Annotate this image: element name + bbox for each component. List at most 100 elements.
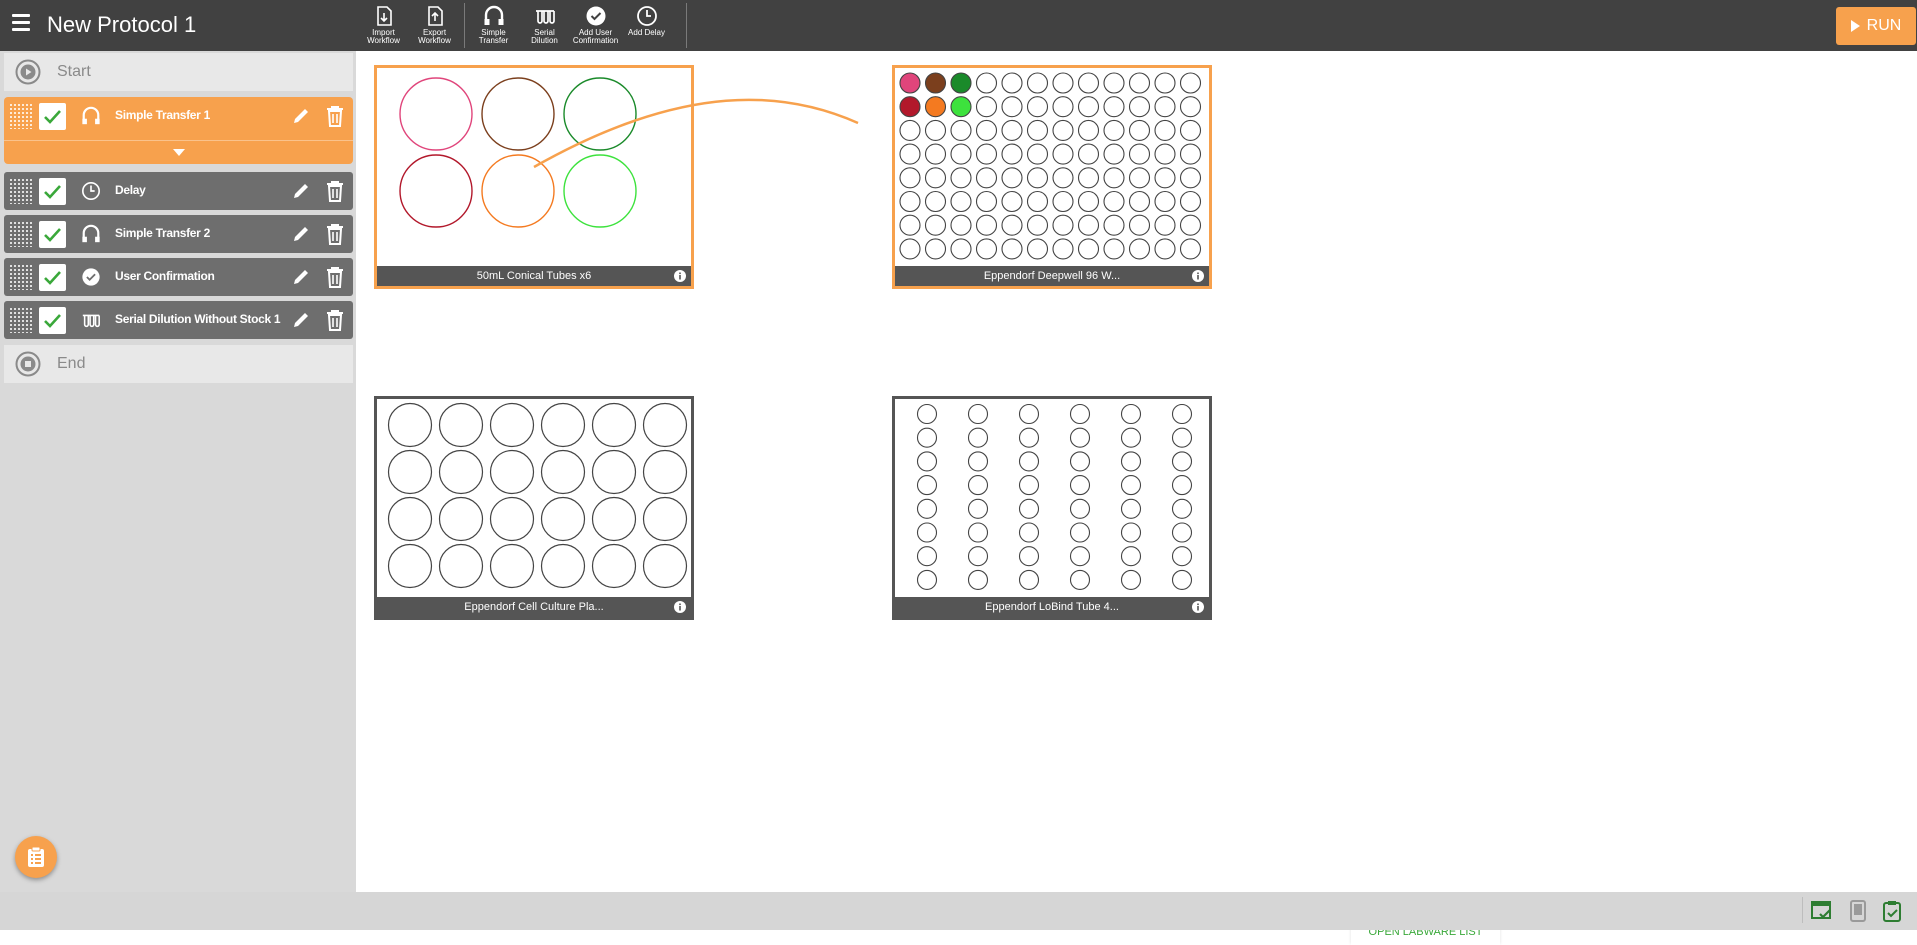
well[interactable]: [563, 77, 637, 151]
drag-handle[interactable]: [9, 307, 33, 333]
well[interactable]: [1052, 143, 1074, 165]
well[interactable]: [1026, 119, 1049, 141]
well[interactable]: [540, 402, 586, 448]
well[interactable]: [916, 475, 938, 496]
well[interactable]: [387, 543, 433, 589]
import-workflow-button[interactable]: Import Workflow: [358, 0, 409, 51]
well[interactable]: [1018, 569, 1040, 590]
well[interactable]: [1120, 427, 1142, 448]
well[interactable]: [591, 543, 637, 589]
well[interactable]: [1179, 238, 1202, 260]
well[interactable]: [1026, 96, 1049, 118]
well[interactable]: [1018, 427, 1040, 448]
well[interactable]: [967, 546, 989, 567]
well[interactable]: [899, 214, 921, 236]
well[interactable]: [1001, 190, 1023, 213]
well[interactable]: [1128, 72, 1151, 94]
step-expand-toggle[interactable]: [4, 140, 353, 164]
delete-trash-icon[interactable]: [324, 265, 346, 289]
well[interactable]: [1103, 143, 1125, 165]
well[interactable]: [1001, 119, 1023, 141]
well[interactable]: [1069, 569, 1091, 590]
add-delay-button[interactable]: Add Delay: [621, 0, 672, 51]
well[interactable]: [1077, 143, 1100, 165]
well[interactable]: [489, 449, 535, 495]
well[interactable]: [916, 451, 938, 472]
well[interactable]: [1128, 167, 1151, 189]
labware-lobind-tube-rack[interactable]: Eppendorf LoBind Tube 4...: [892, 396, 1212, 620]
well[interactable]: [967, 569, 989, 590]
labware-cell-culture-plate[interactable]: Eppendorf Cell Culture Pla...: [374, 396, 694, 620]
well[interactable]: [1026, 238, 1049, 260]
labware-clipboard-fab[interactable]: [15, 836, 57, 878]
well[interactable]: [916, 403, 938, 425]
well[interactable]: [481, 154, 555, 228]
device-icon[interactable]: [1846, 899, 1870, 923]
well[interactable]: [975, 72, 998, 94]
well[interactable]: [1001, 214, 1023, 236]
well[interactable]: [563, 154, 637, 228]
well[interactable]: [1171, 569, 1193, 590]
well[interactable]: [1026, 190, 1049, 213]
step-checkbox[interactable]: [39, 103, 66, 130]
well[interactable]: [924, 143, 947, 165]
step-checkbox[interactable]: [39, 307, 66, 334]
well[interactable]: [967, 403, 989, 425]
well[interactable]: [967, 427, 989, 448]
well[interactable]: [1103, 96, 1125, 118]
well[interactable]: [438, 449, 484, 495]
well[interactable]: [1179, 214, 1202, 236]
well[interactable]: [924, 96, 947, 118]
info-icon[interactable]: [1191, 600, 1205, 614]
step-checkbox[interactable]: [39, 178, 66, 205]
well[interactable]: [899, 167, 921, 189]
well[interactable]: [975, 143, 998, 165]
well[interactable]: [899, 238, 921, 260]
well[interactable]: [1077, 214, 1100, 236]
well[interactable]: [1069, 522, 1091, 543]
well[interactable]: [924, 190, 947, 213]
info-icon[interactable]: [673, 269, 687, 283]
labware-conical-tubes[interactable]: 50mL Conical Tubes x6: [374, 65, 694, 289]
well[interactable]: [1171, 498, 1193, 519]
well[interactable]: [481, 77, 555, 151]
info-icon[interactable]: [673, 600, 687, 614]
well[interactable]: [438, 496, 484, 542]
edit-pencil-icon[interactable]: [290, 180, 312, 202]
well[interactable]: [967, 498, 989, 519]
well[interactable]: [1069, 498, 1091, 519]
well[interactable]: [1154, 143, 1176, 165]
well[interactable]: [1103, 190, 1125, 213]
well[interactable]: [1077, 119, 1100, 141]
well[interactable]: [1171, 522, 1193, 543]
well[interactable]: [1154, 96, 1176, 118]
well[interactable]: [1018, 403, 1040, 425]
well[interactable]: [1154, 72, 1176, 94]
well[interactable]: [489, 543, 535, 589]
well[interactable]: [1120, 498, 1142, 519]
run-button[interactable]: RUN: [1836, 7, 1916, 45]
well[interactable]: [1077, 190, 1100, 213]
well[interactable]: [899, 119, 921, 141]
well[interactable]: [1103, 238, 1125, 260]
delete-trash-icon[interactable]: [324, 222, 346, 246]
well[interactable]: [1154, 167, 1176, 189]
well[interactable]: [1179, 143, 1202, 165]
well[interactable]: [1120, 522, 1142, 543]
well[interactable]: [591, 449, 637, 495]
well[interactable]: [975, 214, 998, 236]
well[interactable]: [1026, 214, 1049, 236]
well[interactable]: [438, 402, 484, 448]
well[interactable]: [1052, 190, 1074, 213]
drag-handle[interactable]: [9, 103, 33, 129]
well[interactable]: [1154, 119, 1176, 141]
well[interactable]: [399, 77, 473, 151]
drag-handle[interactable]: [9, 178, 33, 204]
well[interactable]: [1103, 167, 1125, 189]
well[interactable]: [1120, 475, 1142, 496]
edit-pencil-icon[interactable]: [290, 223, 312, 245]
well[interactable]: [1179, 190, 1202, 213]
well[interactable]: [1120, 546, 1142, 567]
well[interactable]: [1052, 238, 1074, 260]
well[interactable]: [967, 451, 989, 472]
